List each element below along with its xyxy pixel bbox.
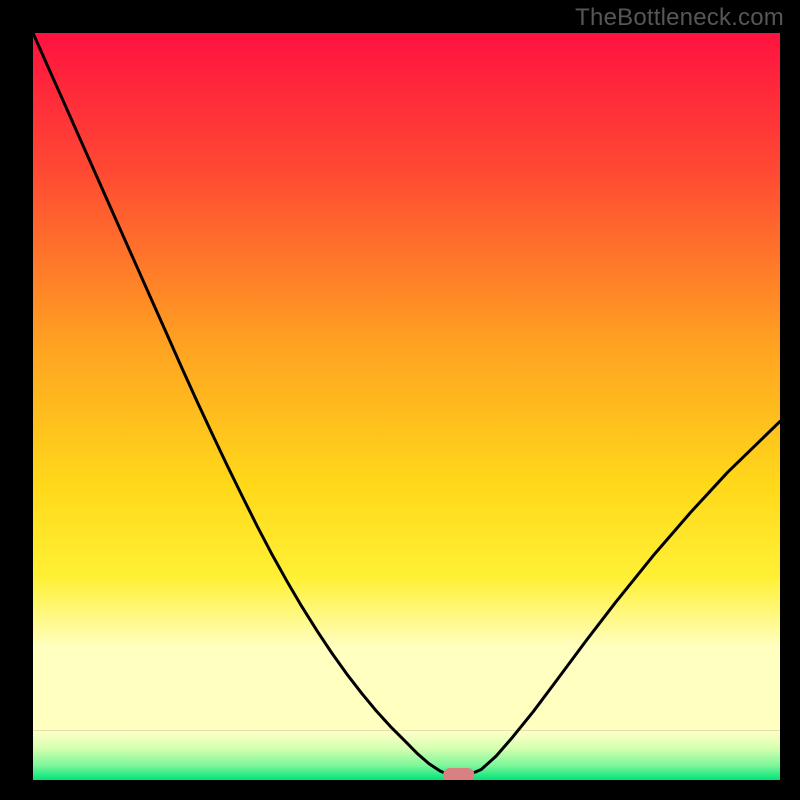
chart-frame: TheBottleneck.com	[0, 0, 800, 800]
axis-left	[0, 0, 33, 800]
bottleneck-chart	[0, 0, 800, 800]
plot-gradient-upper	[33, 33, 780, 731]
plot-gradient-lower	[33, 731, 780, 780]
watermark-text: TheBottleneck.com	[575, 4, 784, 32]
axis-right	[780, 0, 800, 800]
axis-bottom	[0, 780, 800, 800]
optimal-marker	[443, 768, 474, 781]
